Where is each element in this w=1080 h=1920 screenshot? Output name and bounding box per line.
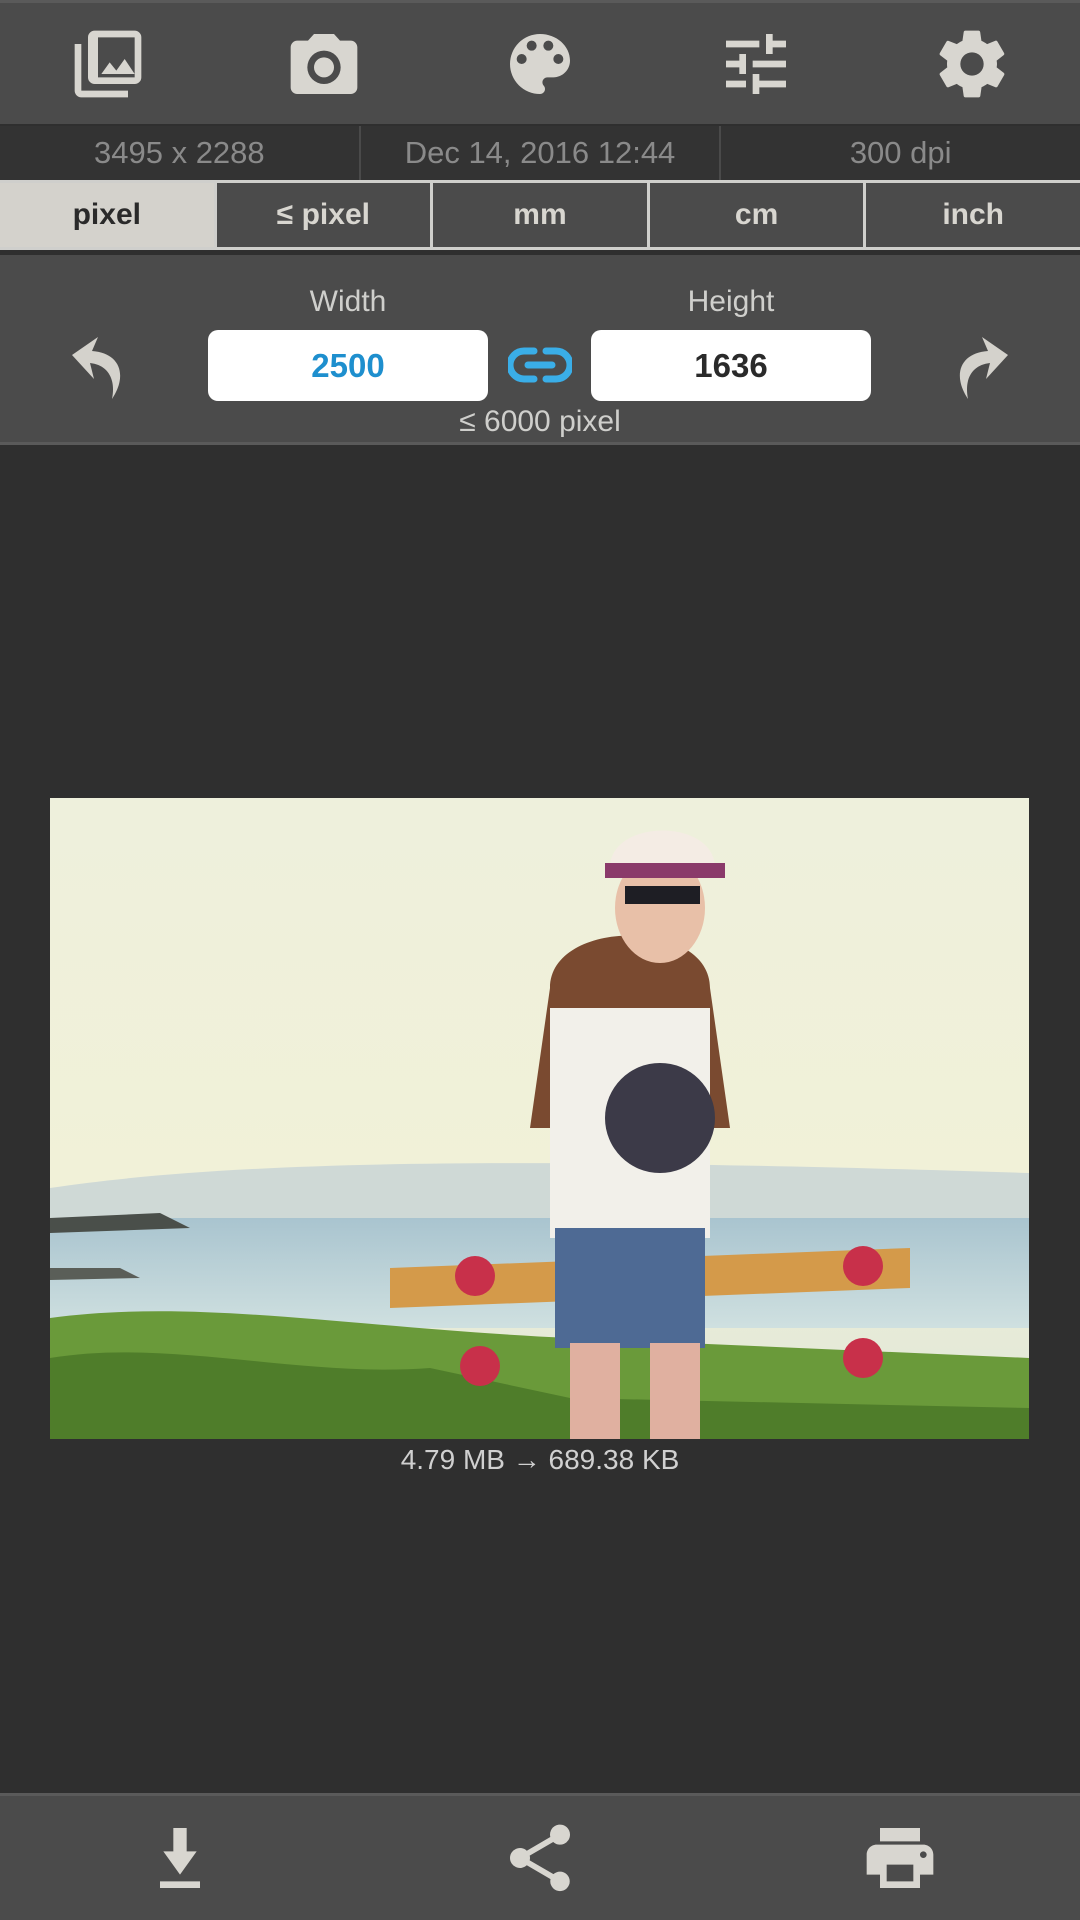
gallery-icon bbox=[74, 30, 142, 97]
print-button[interactable] bbox=[840, 1803, 960, 1913]
camera-button[interactable] bbox=[264, 9, 384, 119]
image-preview[interactable] bbox=[50, 798, 1029, 1439]
width-input[interactable] bbox=[208, 330, 488, 401]
undo-button[interactable] bbox=[62, 335, 142, 405]
image-dpi: 300 dpi bbox=[849, 135, 952, 170]
gear-icon bbox=[939, 30, 1005, 97]
sliders-icon bbox=[726, 33, 786, 94]
undo-arrow-icon bbox=[72, 337, 121, 399]
photo-thumbnail bbox=[50, 798, 1029, 1439]
height-label: Height bbox=[687, 285, 775, 318]
resize-panel: Width Height ≤ 6000 pixel bbox=[0, 255, 1080, 445]
original-dimensions: 3495 x 2288 bbox=[0, 126, 361, 180]
width-label: Width bbox=[309, 285, 387, 318]
print-icon bbox=[866, 1828, 934, 1888]
bottom-toolbar bbox=[0, 1793, 1080, 1920]
tab-max-pixel[interactable]: ≤ pixel bbox=[217, 183, 434, 247]
redo-button[interactable] bbox=[938, 335, 1018, 405]
camera-icon bbox=[290, 33, 358, 94]
image-info-bar: 3495 x 2288 Dec 14, 2016 12:44 300 dpi bbox=[0, 126, 1080, 180]
palette-icon bbox=[510, 33, 570, 94]
save-button[interactable] bbox=[120, 1803, 240, 1913]
tab-mm[interactable]: mm bbox=[433, 183, 650, 247]
aspect-link-button[interactable] bbox=[506, 345, 574, 385]
file-size-caption: 4.79 MB → 689.38 KB bbox=[400, 1444, 680, 1475]
redo-arrow-icon bbox=[959, 337, 1008, 399]
height-input[interactable] bbox=[591, 330, 871, 401]
share-icon bbox=[509, 1824, 571, 1892]
share-button[interactable] bbox=[480, 1803, 600, 1913]
tab-inch[interactable]: inch bbox=[866, 183, 1080, 247]
palette-button[interactable] bbox=[480, 9, 600, 119]
settings-button[interactable] bbox=[912, 9, 1032, 119]
image-date: Dec 14, 2016 12:44 bbox=[361, 126, 722, 180]
download-icon bbox=[160, 1828, 200, 1888]
top-toolbar bbox=[0, 0, 1080, 124]
gallery-button[interactable] bbox=[48, 9, 168, 119]
tab-pixel[interactable]: pixel bbox=[0, 183, 217, 247]
size-limit-hint: ≤ 6000 pixel bbox=[459, 405, 621, 438]
link-icon bbox=[506, 347, 574, 383]
unit-tabs: pixel ≤ pixel mm cm inch bbox=[0, 180, 1080, 250]
adjust-button[interactable] bbox=[696, 9, 816, 119]
tab-cm[interactable]: cm bbox=[650, 183, 867, 247]
